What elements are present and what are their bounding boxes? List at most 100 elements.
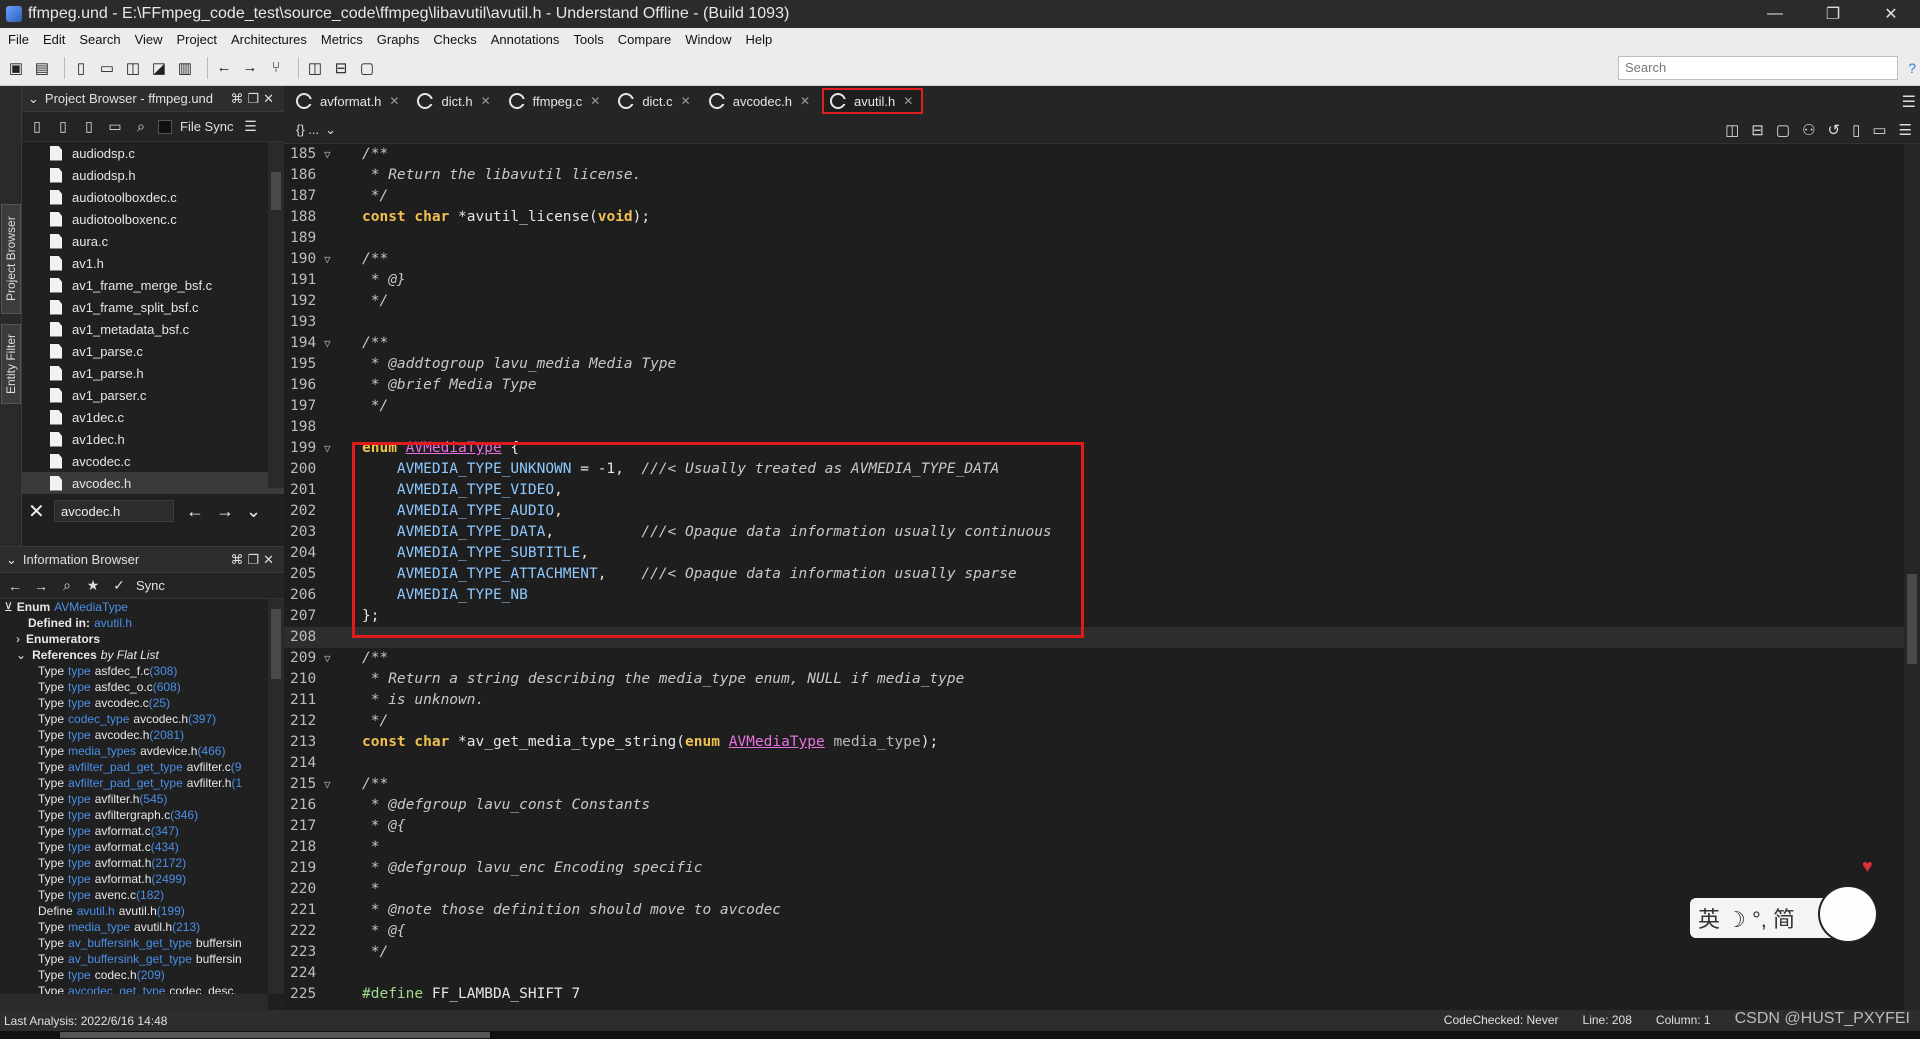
folder-icon[interactable]: ▭: [106, 118, 124, 136]
reference-item[interactable]: Type type avformat.c (347): [4, 823, 284, 839]
checkmark-icon[interactable]: ✓: [110, 577, 128, 595]
reference-file[interactable]: avenc.c: [95, 888, 136, 902]
reference-name-link[interactable]: type: [68, 680, 91, 694]
code-editor[interactable]: 185 ▽ /** 186 * Return the libavutil licens…: [284, 144, 1904, 1010]
reference-item[interactable]: Type av_buffersink_get_type buffersin: [4, 951, 284, 967]
code-line[interactable]: 202 AVMEDIA_TYPE_AUDIO,: [284, 501, 1904, 522]
reference-item[interactable]: Type type asfdec_o.c (608): [4, 679, 284, 695]
back-arrow-icon[interactable]: ←: [214, 58, 234, 78]
reference-file[interactable]: buffersin: [196, 952, 242, 966]
reference-item[interactable]: Type type avformat.c (434): [4, 839, 284, 855]
reference-name-link[interactable]: type: [68, 696, 91, 710]
menu-search[interactable]: Search: [79, 32, 120, 47]
reference-item[interactable]: Type av_buffersink_get_type buffersin: [4, 935, 284, 951]
code-line[interactable]: 196 * @brief Media Type: [284, 375, 1904, 396]
reference-line-link[interactable]: (2172): [151, 856, 186, 870]
code-line[interactable]: 189: [284, 228, 1904, 249]
scope-dropdown[interactable]: {} ...: [296, 122, 319, 137]
close-icon[interactable]: ✕: [481, 94, 491, 108]
new-file-icon[interactable]: ▯: [71, 58, 91, 78]
menu-checks[interactable]: Checks: [433, 32, 476, 47]
close-icon[interactable]: ✕: [903, 94, 913, 108]
file-item[interactable]: av1dec.h: [22, 428, 284, 450]
code-line[interactable]: 195 * @addtogroup lavu_media Media Type: [284, 354, 1904, 375]
reference-item[interactable]: Type media_types avdevice.h (466): [4, 743, 284, 759]
fold-toggle-icon[interactable]: ▽: [324, 774, 331, 795]
restore-button[interactable]: ❐: [1804, 0, 1862, 28]
reference-file[interactable]: avformat.h: [95, 872, 152, 886]
reference-item[interactable]: Type codec_type avcodec.h (397): [4, 711, 284, 727]
tree-expanded-icon[interactable]: ⌄: [16, 648, 26, 662]
reference-file[interactable]: asfdec_f.c: [95, 664, 150, 678]
search-icon[interactable]: ⌕: [58, 577, 76, 595]
menu-metrics[interactable]: Metrics: [321, 32, 363, 47]
menu-compare[interactable]: Compare: [618, 32, 671, 47]
reference-file[interactable]: avfilter.h: [95, 792, 140, 806]
search-input[interactable]: Search: [1618, 56, 1898, 80]
help-icon[interactable]: ?: [1908, 60, 1916, 76]
save-icon[interactable]: ◫: [123, 58, 143, 78]
scrollbar-thumb[interactable]: [1907, 574, 1917, 664]
minimize-button[interactable]: —: [1746, 0, 1804, 28]
code-line[interactable]: 185 ▽ /**: [284, 144, 1904, 165]
print-icon[interactable]: ▥: [175, 58, 195, 78]
code-line[interactable]: 219 * @defgroup lavu_enc Encoding specif…: [284, 858, 1904, 879]
menu-architectures[interactable]: Architectures: [231, 32, 307, 47]
file-item[interactable]: av1dec.c: [22, 406, 284, 428]
reference-line-link[interactable]: (308): [149, 664, 177, 678]
document-icon[interactable]: ▯: [1852, 121, 1860, 139]
chevron-down-icon[interactable]: ⌄: [28, 91, 39, 107]
forward-arrow-icon[interactable]: →: [240, 58, 260, 78]
menu-view[interactable]: View: [135, 32, 163, 47]
reference-line-link[interactable]: (466): [197, 744, 225, 758]
comment-icon[interactable]: ▭: [1872, 121, 1886, 139]
side-tab-entity-filter[interactable]: Entity Filter: [1, 324, 21, 404]
users-icon[interactable]: ⚇: [1802, 121, 1815, 139]
graph-icon[interactable]: ⑂: [266, 58, 286, 78]
scrollbar-thumb[interactable]: [271, 609, 281, 679]
code-line[interactable]: 215 ▽ /**: [284, 774, 1904, 795]
reference-line-link[interactable]: (346): [170, 808, 198, 822]
forward-arrow-icon[interactable]: →: [216, 501, 234, 522]
code-line[interactable]: 187 */: [284, 186, 1904, 207]
info-horizontal-scrollbar[interactable]: [0, 994, 268, 1010]
fold-toggle-icon[interactable]: ▽: [324, 648, 331, 669]
reference-line-link[interactable]: (434): [151, 840, 179, 854]
code-line[interactable]: 201 AVMEDIA_TYPE_VIDEO,: [284, 480, 1904, 501]
reference-file[interactable]: avformat.h: [95, 856, 152, 870]
code-line[interactable]: 218 *: [284, 837, 1904, 858]
reference-item[interactable]: Type media_type avutil.h (213): [4, 919, 284, 935]
file-item[interactable]: audiotoolboxdec.c: [22, 186, 284, 208]
reference-line-link[interactable]: (545): [139, 792, 167, 806]
reference-line-link[interactable]: (182): [136, 888, 164, 902]
code-line[interactable]: 203 AVMEDIA_TYPE_DATA, ///< Opaque data …: [284, 522, 1904, 543]
reference-item[interactable]: Type type avformat.h (2499): [4, 871, 284, 887]
code-line[interactable]: 213 const char *av_get_media_type_string(…: [284, 732, 1904, 753]
reference-file[interactable]: avcodec.h: [133, 712, 188, 726]
reference-file[interactable]: avcodec.c: [95, 696, 149, 710]
code-line[interactable]: 216 * @defgroup lavu_const Constants: [284, 795, 1904, 816]
reference-name-link[interactable]: avfilter_pad_get_type: [68, 760, 183, 774]
tab-dict-h[interactable]: dict.h ✕: [411, 88, 498, 114]
fold-toggle-icon[interactable]: ▽: [324, 333, 331, 354]
history-icon[interactable]: ↺: [1828, 121, 1841, 139]
open-book-icon[interactable]: ▤: [32, 58, 52, 78]
chevron-down-icon[interactable]: ⌄: [246, 501, 261, 522]
reference-name-link[interactable]: type: [68, 664, 91, 678]
project-scrollbar[interactable]: [268, 142, 284, 488]
tab-avformat-h[interactable]: avformat.h ✕: [290, 88, 407, 114]
code-line[interactable]: 198: [284, 417, 1904, 438]
side-tab-project-browser[interactable]: Project Browser: [1, 204, 21, 314]
reference-name-link[interactable]: codec_type: [68, 712, 129, 726]
menu-annotations[interactable]: Annotations: [491, 32, 560, 47]
tree-collapsed-icon[interactable]: ›: [16, 632, 20, 646]
tab-avcodec-h[interactable]: avcodec.h ✕: [703, 88, 818, 114]
code-line[interactable]: 199 ▽ enum AVMediaType {: [284, 438, 1904, 459]
single-view-icon[interactable]: ▢: [357, 58, 377, 78]
reference-file[interactable]: asfdec_o.c: [95, 680, 153, 694]
code-line[interactable]: 190 ▽ /**: [284, 249, 1904, 270]
file-item[interactable]: avcodec.h: [22, 472, 284, 494]
close-button[interactable]: ✕: [1862, 0, 1920, 28]
reference-line-link[interactable]: (2081): [149, 728, 184, 742]
code-line[interactable]: 194 ▽ /**: [284, 333, 1904, 354]
